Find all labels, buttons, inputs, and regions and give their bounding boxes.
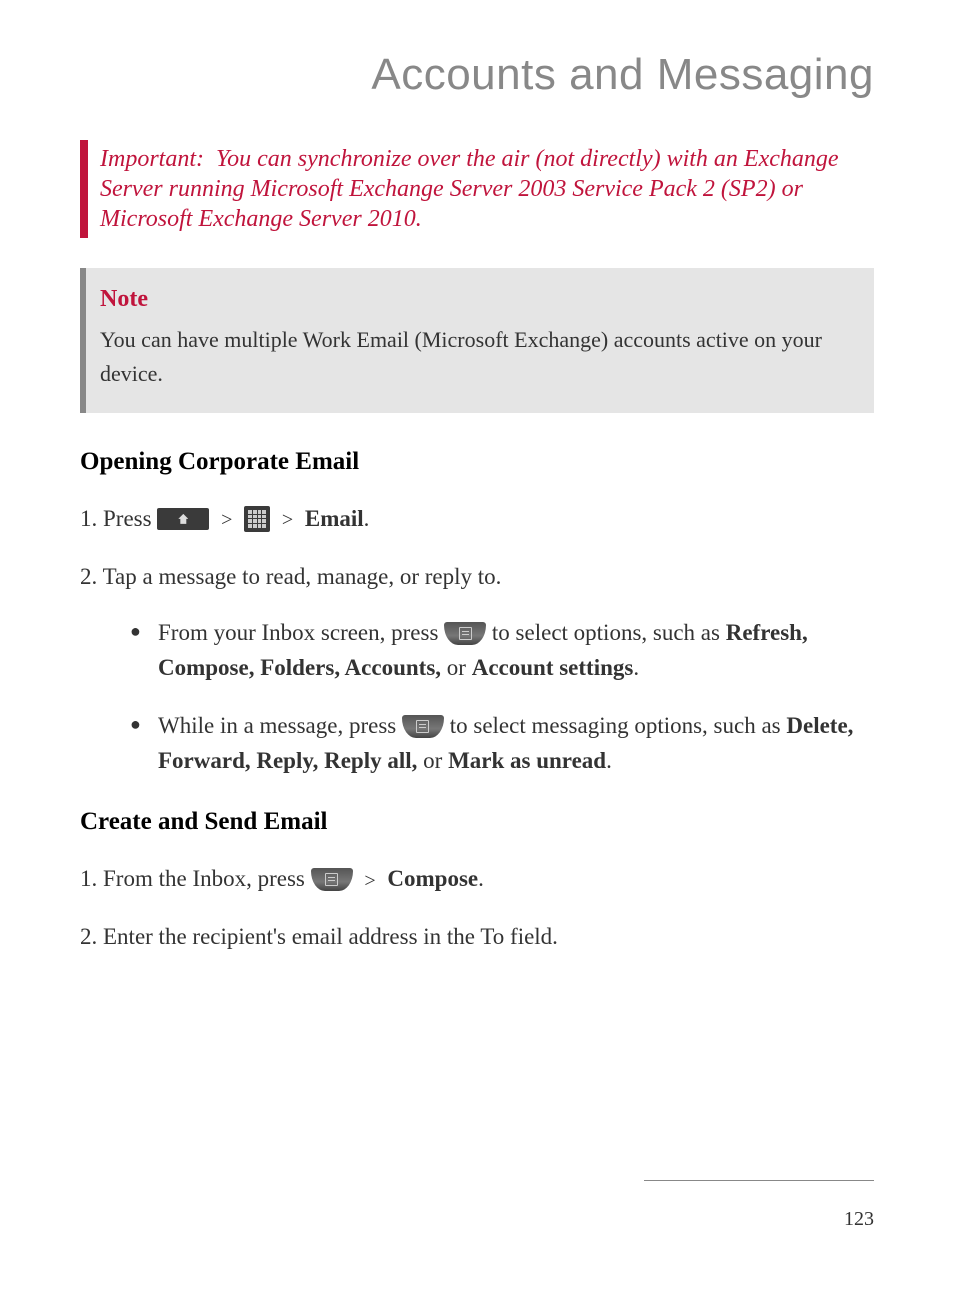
bullet2-post1: to select messaging options, such as: [450, 713, 787, 738]
note-callout: Note You can have multiple Work Email (M…: [80, 268, 874, 413]
bullet1-post1: to select options, such as: [492, 620, 726, 645]
chevron-gt: >: [364, 866, 375, 897]
important-label: Important:: [100, 146, 204, 172]
bullet2-or: or: [417, 748, 448, 773]
chevron-gt: >: [282, 505, 293, 536]
section-heading-create: Create and Send Email: [80, 808, 874, 836]
bullet-list: From your Inbox screen, press to select …: [130, 616, 874, 778]
important-text: Important: You can synchronize over the …: [100, 144, 874, 234]
page-number: 123: [844, 1208, 874, 1231]
step-c2: 2. Enter the recipient's email address i…: [80, 919, 874, 955]
home-key-icon: [157, 508, 209, 530]
page-title: Accounts and Messaging: [80, 50, 874, 100]
footer-rule: [644, 1180, 874, 1181]
note-body: You can have multiple Work Email (Micros…: [100, 323, 854, 391]
step1-email-label: Email: [305, 506, 364, 531]
bullet1-or: or: [441, 655, 472, 680]
stepc1-period: .: [478, 866, 484, 891]
menu-key-icon: [402, 715, 444, 738]
apps-grid-icon: [244, 506, 270, 532]
menu-key-icon: [311, 868, 353, 891]
bullet1-bold2: Account settings: [472, 655, 634, 680]
bullet2-pre: While in a message, press: [158, 713, 402, 738]
important-callout: Important: You can synchronize over the …: [80, 140, 874, 238]
bullet2-bold2: Mark as unread: [448, 748, 606, 773]
step-2: 2. Tap a message to read, manage, or rep…: [80, 559, 874, 595]
chevron-gt: >: [221, 505, 232, 536]
menu-key-icon: [444, 622, 486, 645]
bullet-item-1: From your Inbox screen, press to select …: [130, 616, 874, 685]
step-1: 1. Press > > Email.: [80, 501, 874, 537]
note-title: Note: [100, 286, 854, 313]
section-heading-opening: Opening Corporate Email: [80, 448, 874, 476]
stepc1-prefix: 1. From the Inbox, press: [80, 866, 311, 891]
step-c1: 1. From the Inbox, press > Compose.: [80, 861, 874, 897]
important-body: You can synchronize over the air (not di…: [100, 146, 839, 232]
step1-period: .: [364, 506, 370, 531]
bullet2-period: .: [606, 748, 612, 773]
bullet1-period: .: [633, 655, 639, 680]
step1-prefix: 1. Press: [80, 506, 157, 531]
bullet1-pre: From your Inbox screen, press: [158, 620, 444, 645]
bullet-item-2: While in a message, press to select mess…: [130, 709, 874, 778]
stepc1-compose: Compose: [387, 866, 478, 891]
